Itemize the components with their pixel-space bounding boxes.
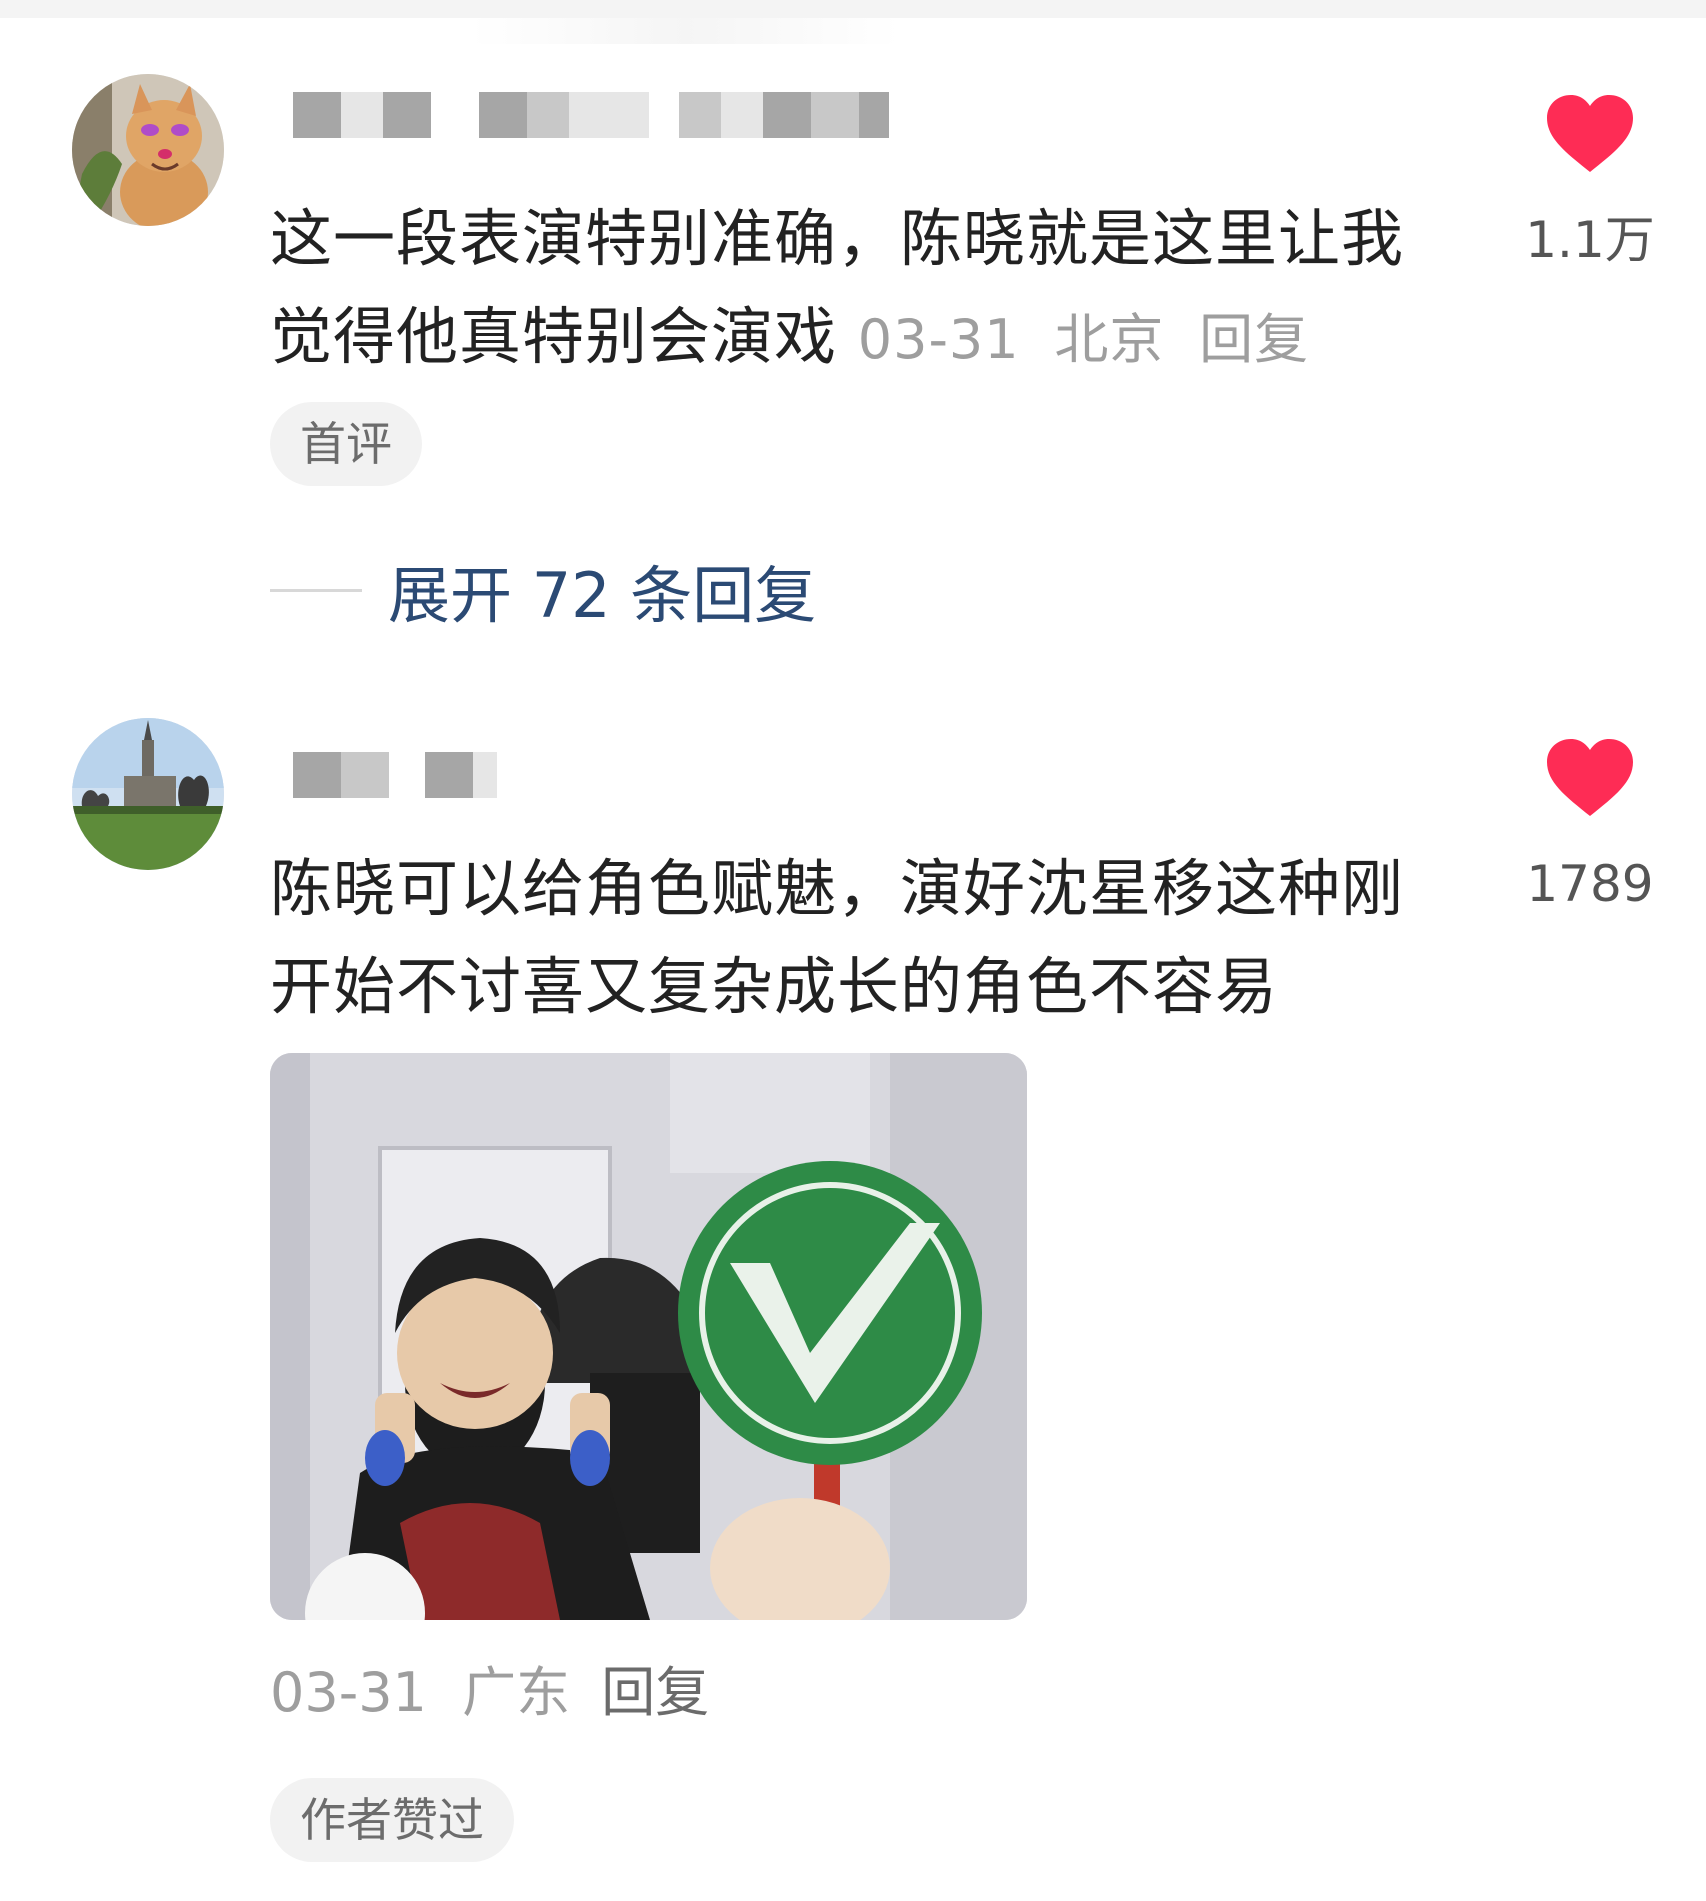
meme-image — [270, 1053, 1027, 1620]
like-button[interactable]: 1789 — [1520, 738, 1660, 914]
avatar[interactable] — [72, 718, 224, 870]
comment-location: 广东 — [462, 1661, 571, 1724]
like-button[interactable]: 1.1万 — [1520, 94, 1660, 270]
author-liked-badge: 作者赞过 — [270, 1778, 514, 1862]
avatar[interactable] — [72, 74, 224, 226]
username-blurred[interactable] — [293, 92, 889, 138]
comment-location: 北京 — [1054, 308, 1165, 371]
like-count: 1789 — [1526, 855, 1654, 913]
reply-button[interactable]: 回复 — [1199, 308, 1309, 371]
expand-replies-button[interactable]: 展开 72 条回复 — [270, 550, 816, 632]
expand-divider — [270, 588, 362, 592]
comment-item: 这一段表演特别准确，陈晓就是这里让我觉得他真特别会演戏 03-31 北京 回复 … — [0, 0, 1706, 680]
username-blurred[interactable] — [293, 752, 497, 798]
comment-text[interactable]: 陈晓可以给角色赋魅，演好沈星移这种刚开始不讨喜又复杂成长的角色不容易 — [270, 840, 1440, 1036]
comment-body: 陈晓可以给角色赋魅，演好沈星移这种刚开始不讨喜又复杂成长的角色不容易 — [270, 852, 1405, 1023]
church-avatar-image — [72, 718, 224, 870]
heart-icon — [1547, 739, 1633, 816]
like-count: 1.1万 — [1525, 211, 1655, 269]
first-comment-badge: 首评 — [270, 402, 422, 486]
comment-date: 03-31 — [270, 1661, 427, 1724]
heart-icon — [1547, 95, 1633, 172]
comment-text[interactable]: 这一段表演特别准确，陈晓就是这里让我觉得他真特别会演戏 03-31 北京 回复 — [270, 190, 1440, 389]
reply-button[interactable]: 回复 — [601, 1661, 709, 1724]
cat-avatar-image — [72, 74, 224, 226]
expand-replies-label: 展开 72 条回复 — [388, 559, 817, 632]
comment-date: 03-31 — [857, 308, 1020, 371]
comment-meta: 03-31 广东 回复 — [270, 1658, 709, 1728]
comment-image[interactable] — [270, 1053, 1027, 1620]
